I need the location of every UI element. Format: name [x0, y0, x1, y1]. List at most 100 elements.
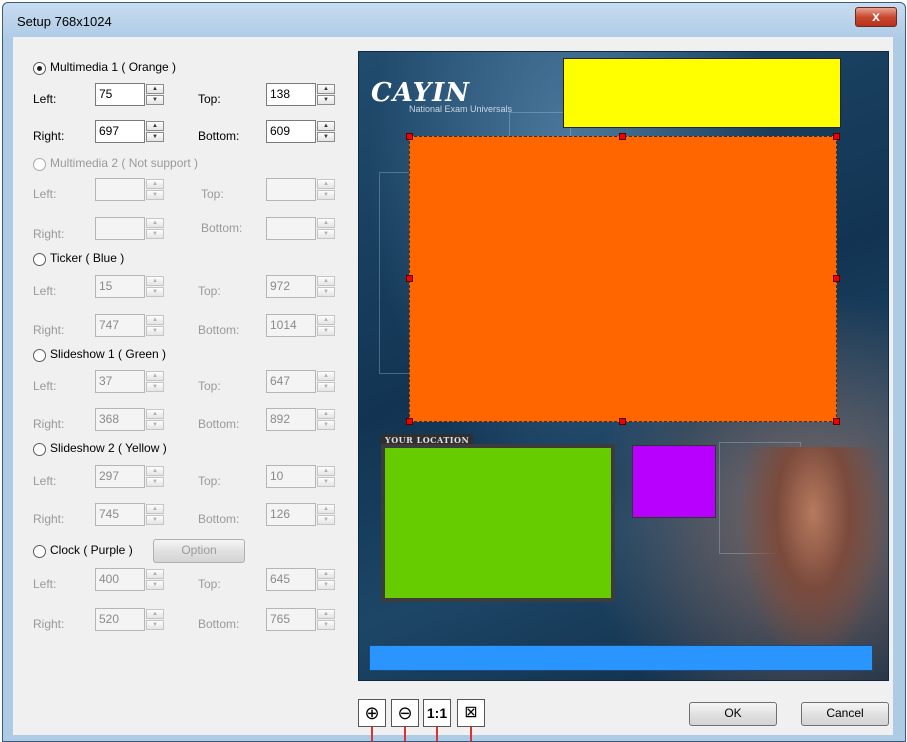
multimedia2-bottom-spinner: ▲ ▼ [266, 217, 336, 240]
ticker-right-input: 747 [95, 314, 145, 337]
radio-button[interactable] [33, 443, 46, 456]
ok-button[interactable]: OK [689, 702, 777, 726]
slideshow1-left-spinner: 37 ▲ ▼ [95, 370, 165, 393]
fit-window-button[interactable]: ⊠ [457, 699, 485, 727]
multimedia1-top-input[interactable]: 138 [266, 83, 316, 106]
clock-top-spinner: 645 ▲ ▼ [266, 568, 336, 591]
radio-button[interactable] [33, 253, 46, 266]
clock-bottom-input: 765 [266, 608, 316, 631]
clock-right-input: 520 [95, 608, 145, 631]
radio-button[interactable] [33, 62, 46, 75]
radio-button[interactable] [33, 545, 46, 558]
radio-label: Slideshow 1 ( Green ) [50, 347, 167, 361]
ticker-right-spinner: 747 ▲ ▼ [95, 314, 165, 337]
slideshow1-right-spinner: 368 ▲ ▼ [95, 408, 165, 431]
spin-up-icon: ▲ [317, 569, 335, 579]
slideshow2-top-spinner: 10 ▲ ▼ [266, 465, 336, 488]
cancel-button[interactable]: Cancel [801, 702, 889, 726]
left-label: Left: [33, 379, 57, 393]
spin-down-icon: ▼ [317, 420, 335, 430]
slideshow1-right-input: 368 [95, 408, 145, 431]
slideshow2-bottom-input: 126 [266, 503, 316, 526]
multimedia1-right-input[interactable]: 697 [95, 120, 145, 143]
radio-button [33, 158, 46, 171]
resize-handle[interactable] [833, 275, 840, 282]
bottom-label: Bottom: [198, 129, 240, 143]
radio-button[interactable] [33, 349, 46, 362]
spin-down-icon: ▼ [317, 515, 335, 525]
spin-down-icon: ▼ [146, 229, 164, 239]
ticker-left-spinner: 15 ▲ ▼ [95, 275, 165, 298]
bottom-label: Bottom: [198, 617, 240, 631]
multimedia1-bottom-input[interactable]: 609 [266, 120, 316, 143]
zone-slideshow1-green[interactable] [381, 444, 615, 602]
spin-up-icon: ▲ [146, 371, 164, 381]
spin-up-icon: ▲ [317, 466, 335, 476]
zone-slideshow2-yellow[interactable] [563, 58, 841, 128]
dialog-body: Multimedia 1 ( Orange ) Left: 75 ▲ ▼ Top:… [13, 37, 893, 741]
top-label: Top: [198, 474, 221, 488]
spin-down-icon[interactable]: ▼ [317, 132, 335, 142]
layout-preview[interactable]: CAYIN National Exam Universals YOUR LOCA… [358, 51, 889, 681]
actual-size-button[interactable]: 1:1 [423, 699, 451, 727]
radio-label: Clock ( Purple ) [50, 543, 133, 557]
resize-handle[interactable] [406, 133, 413, 140]
resize-handle[interactable] [833, 418, 840, 425]
multimedia1-bottom-spinner[interactable]: 609 ▲ ▼ [266, 120, 336, 143]
slideshow1-bottom-input: 892 [266, 408, 316, 431]
spin-down-icon: ▼ [317, 580, 335, 590]
radio-label: Multimedia 2 ( Not support ) [50, 156, 199, 170]
top-label: Top: [198, 577, 221, 591]
resize-handle[interactable] [406, 418, 413, 425]
spin-up-icon[interactable]: ▲ [146, 121, 164, 131]
spin-down-icon[interactable]: ▼ [146, 132, 164, 142]
spin-up-icon: ▲ [146, 466, 164, 476]
spin-down-icon: ▼ [146, 287, 164, 297]
top-label: Top: [198, 379, 221, 393]
logo-subtitle: National Exam Universals [409, 104, 513, 114]
zoom-in-button[interactable]: ⊕ [358, 699, 386, 727]
spin-down-icon[interactable]: ▼ [317, 95, 335, 105]
spin-down-icon: ▼ [146, 620, 164, 630]
clock-left-spinner: 400 ▲ ▼ [95, 568, 165, 591]
spin-up-icon[interactable]: ▲ [317, 121, 335, 131]
multimedia1-top-spinner[interactable]: 138 ▲ ▼ [266, 83, 336, 106]
spin-up-icon: ▲ [146, 569, 164, 579]
spin-up-icon: ▲ [317, 179, 335, 189]
close-button[interactable]: x [855, 7, 897, 27]
title-bar[interactable]: Setup 768x1024 x [3, 3, 905, 37]
zone-ticker-blue[interactable] [369, 645, 873, 671]
fit-window-icon: ⊠ [464, 704, 478, 721]
spin-down-icon: ▼ [317, 477, 335, 487]
clock-top-input: 645 [266, 568, 316, 591]
spin-up-icon[interactable]: ▲ [146, 84, 164, 94]
spin-up-icon: ▲ [146, 276, 164, 286]
resize-handle[interactable] [406, 275, 413, 282]
resize-handle[interactable] [619, 133, 626, 140]
spin-down-icon: ▼ [317, 229, 335, 239]
zoom-out-button[interactable]: ⊖ [391, 699, 419, 727]
spin-down-icon: ▼ [146, 477, 164, 487]
zone-clock-purple[interactable] [632, 445, 716, 518]
left-label: Left: [33, 92, 57, 106]
spin-up-icon: ▲ [146, 609, 164, 619]
multimedia1-left-spinner[interactable]: 75 ▲ ▼ [95, 83, 165, 106]
setup-dialog: Setup 768x1024 x Multimedia 1 ( Orange )… [2, 2, 906, 742]
multimedia1-left-input[interactable]: 75 [95, 83, 145, 106]
slideshow2-left-spinner: 297 ▲ ▼ [95, 465, 165, 488]
clock-option-button: Option [153, 539, 245, 563]
spin-down-icon: ▼ [317, 620, 335, 630]
top-label: Top: [201, 187, 224, 201]
resize-handle[interactable] [619, 418, 626, 425]
background-photo-reader [739, 447, 887, 667]
resize-handle[interactable] [833, 133, 840, 140]
multimedia1-right-spinner[interactable]: 697 ▲ ▼ [95, 120, 165, 143]
spin-down-icon: ▼ [146, 190, 164, 200]
spin-up-icon[interactable]: ▲ [317, 84, 335, 94]
spin-up-icon: ▲ [317, 504, 335, 514]
spin-down-icon[interactable]: ▼ [146, 95, 164, 105]
spin-down-icon: ▼ [146, 326, 164, 336]
slideshow1-top-spinner: 647 ▲ ▼ [266, 370, 336, 393]
bottom-label: Bottom: [201, 221, 243, 235]
zone-multimedia1-orange[interactable] [406, 133, 840, 425]
